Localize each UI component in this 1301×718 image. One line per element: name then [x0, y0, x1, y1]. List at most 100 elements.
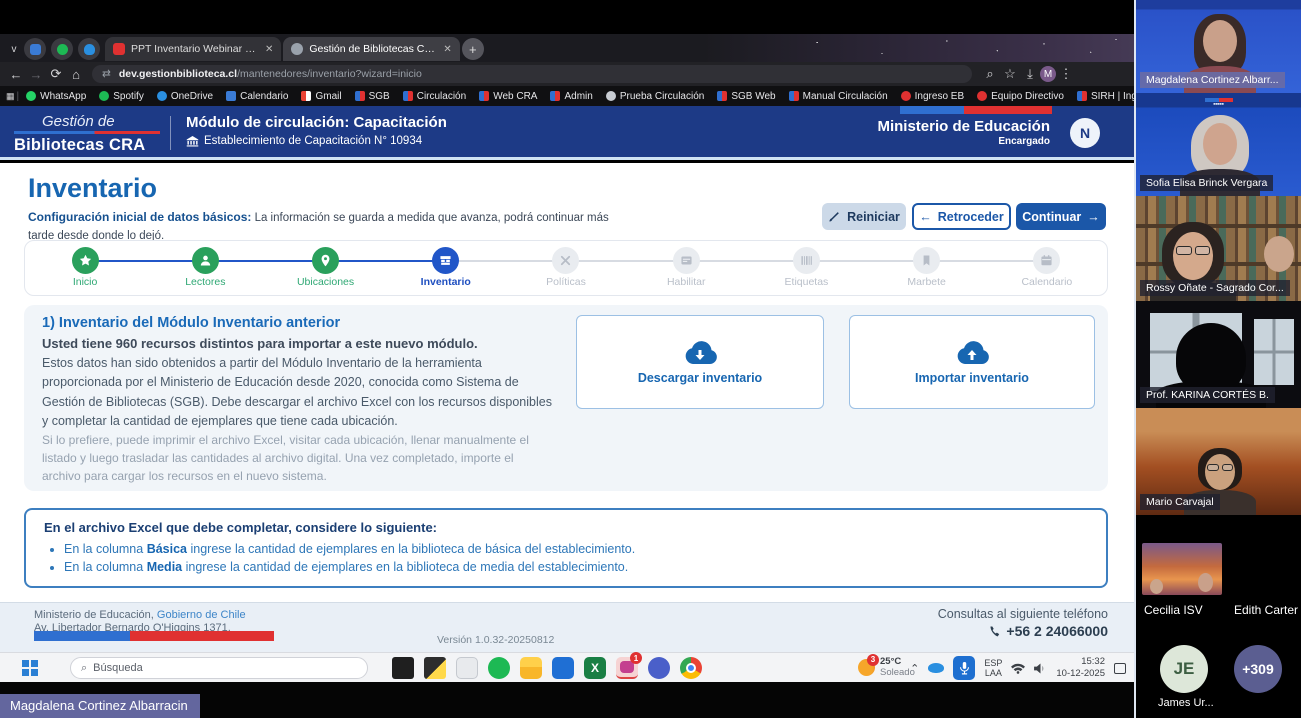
contact-phone[interactable]: +56 2 24066000: [1006, 623, 1108, 639]
bookmark-prueba-circulacion[interactable]: Prueba Circulación: [605, 91, 704, 102]
overflow-count-bubble[interactable]: +309: [1234, 645, 1282, 693]
taskbar-app-notepad[interactable]: [392, 657, 414, 679]
app-logo[interactable]: Gestión de Bibliotecas CRA: [14, 113, 160, 155]
step-etiquetas[interactable]: Etiquetas: [746, 241, 866, 295]
onedrive-tray-icon[interactable]: [928, 663, 945, 673]
tab-search-chevron-icon[interactable]: v: [4, 44, 24, 55]
gobierno-de-chile-link[interactable]: Gobierno de Chile: [157, 609, 246, 621]
barcode-icon: [792, 247, 820, 274]
participant-tile-magdalena[interactable]: Magdalena Cortinez Albarr...: [1136, 0, 1301, 93]
participant-tile-karina[interactable]: Prof. KARINA CORTÉS B.: [1136, 301, 1301, 408]
step-inventario[interactable]: Inventario: [386, 241, 506, 295]
download-inventory-button[interactable]: Descargar inventario: [576, 315, 824, 409]
participant-name-tag: Sofia Elisa Brinck Vergara: [1140, 175, 1274, 191]
bookmark-whatsapp[interactable]: WhatsApp: [26, 91, 86, 102]
cloud-download-icon: [685, 340, 717, 364]
import-inventory-button[interactable]: Importar inventario: [849, 315, 1095, 409]
step-habilitar[interactable]: Habilitar: [626, 241, 746, 295]
participant-tile-sofia[interactable]: ■■■■■ Sofia Elisa Brinck Vergara: [1136, 93, 1301, 196]
gmail-icon: [301, 91, 312, 101]
participant-avatar-james[interactable]: JE: [1160, 645, 1208, 693]
reset-button[interactable]: Reiniciar: [822, 203, 906, 230]
participant-tile-mario[interactable]: Mario Carvajal: [1136, 408, 1301, 515]
microphone-button[interactable]: [953, 656, 976, 680]
tab-ppt-inventario[interactable]: PPT Inventario Webinar 10-12... ✕: [105, 37, 282, 61]
bookmark-spotify[interactable]: Spotify: [99, 91, 144, 102]
brush-icon: [829, 212, 839, 222]
taskbar-app-outlook[interactable]: [552, 657, 574, 679]
home-icon[interactable]: ⌂: [66, 67, 86, 82]
reload-icon[interactable]: ⟳: [46, 66, 66, 82]
person-icon: [191, 247, 219, 274]
taskbar-app-excel[interactable]: X: [584, 657, 606, 679]
taskbar-app-teams[interactable]: [648, 657, 670, 679]
footer-contact: Consultas al siguiente teléfono +56 2 24…: [937, 607, 1108, 639]
pdf-favicon: [113, 43, 125, 55]
menu-kebab-icon[interactable]: ⋮: [1056, 66, 1076, 82]
tray-chevron-icon[interactable]: ⌃: [910, 662, 919, 675]
participant-name-tag: Rossy Oñate - Sagrado Cor...: [1140, 280, 1290, 296]
step-lectores[interactable]: Lectores: [145, 241, 265, 295]
bookmark-sgb[interactable]: SGB: [354, 91, 390, 102]
notification-center-icon[interactable]: [1114, 662, 1126, 674]
bookmark-manual-circulacion[interactable]: Manual Circulación: [788, 91, 888, 102]
bookmark-web-cra[interactable]: Web CRA: [479, 91, 537, 102]
participant-name-edith[interactable]: Edith Carter: [1234, 603, 1298, 617]
wifi-icon[interactable]: [1011, 663, 1026, 674]
new-tab-button[interactable]: +: [461, 38, 484, 60]
taskbar-clock[interactable]: 15:32 10-12-2025: [1056, 656, 1105, 680]
language-indicator[interactable]: ESP LAA: [984, 658, 1002, 679]
forward-icon[interactable]: →: [26, 67, 46, 82]
taskbar-app-file-explorer[interactable]: [520, 657, 542, 679]
taskbar-app-calculator[interactable]: [456, 657, 478, 679]
participant-video-cecilia[interactable]: [1142, 543, 1222, 595]
bookmark-ingreso-eb[interactable]: Ingreso EB: [900, 91, 964, 102]
bookmark-sgb-web[interactable]: SGB Web: [717, 91, 776, 102]
card-icon: [672, 247, 700, 274]
participant-tile-rossy[interactable]: Rossy Oñate - Sagrado Cor...: [1136, 196, 1301, 301]
address-bar[interactable]: ⇄ dev.gestionbiblioteca.cl /mantenedores…: [92, 65, 972, 83]
site-info-icon[interactable]: ⇄: [102, 68, 111, 80]
continue-button[interactable]: Continuar →: [1016, 203, 1106, 230]
app-version: Versión 1.0.32-20250812: [437, 634, 555, 646]
back-step-button[interactable]: ← Retroceder: [912, 203, 1011, 230]
taskbar-app-spotify[interactable]: [488, 657, 510, 679]
section-note: Si lo prefiere, puede imprimir el archiv…: [42, 433, 529, 483]
globe-favicon: [291, 43, 304, 55]
tab-close-icon[interactable]: ✕: [265, 44, 273, 55]
tab-close-icon[interactable]: ✕: [443, 44, 451, 55]
start-button[interactable]: [22, 660, 38, 676]
user-avatar[interactable]: N: [1070, 118, 1100, 148]
back-icon[interactable]: ←: [6, 67, 26, 82]
participant-name-cecilia[interactable]: Cecilia ISV: [1144, 603, 1203, 617]
bookmark-circulacion[interactable]: Circulación: [402, 91, 466, 102]
taskbar-weather[interactable]: 3 25°C Soleado: [858, 653, 915, 678]
step-politicas[interactable]: Políticas: [506, 241, 626, 295]
speaker-icon[interactable]: [1034, 662, 1047, 674]
bookmark-star-icon[interactable]: ☆: [1000, 66, 1020, 82]
pinned-tab-1[interactable]: [24, 38, 46, 60]
step-inicio[interactable]: Inicio: [25, 241, 145, 295]
apps-grid-icon[interactable]: ▦: [6, 91, 15, 102]
pinned-tab-3[interactable]: [78, 38, 100, 60]
bookmark-equipo-directivo[interactable]: Equipo Directivo: [977, 91, 1064, 102]
tab-gestion-bibliotecas[interactable]: Gestión de Bibliotecas CRA - G... ✕: [283, 37, 460, 61]
taskbar-search[interactable]: ⌕ Búsqueda: [70, 657, 368, 679]
step-calendario[interactable]: Calendario: [987, 241, 1107, 295]
bookmark-calendario[interactable]: Calendario: [226, 91, 288, 102]
pinned-tab-2[interactable]: [51, 38, 73, 60]
section-heading: 1) Inventario del Módulo Inventario ante…: [42, 315, 341, 331]
taskbar-app-active-notification[interactable]: 1: [616, 652, 642, 679]
downloads-icon[interactable]: ⤓: [1020, 66, 1040, 82]
bookmark-admin[interactable]: Admin: [550, 91, 593, 102]
step-marbete[interactable]: Marbete: [867, 241, 987, 295]
building-icon: [186, 135, 199, 147]
taskbar-app-sticky-notes[interactable]: [424, 657, 446, 679]
zoom-page-icon[interactable]: ⌕: [980, 66, 1000, 82]
taskbar-app-chrome[interactable]: [680, 657, 702, 679]
mic-icon: [959, 661, 969, 674]
bookmark-gmail[interactable]: Gmail: [301, 91, 342, 102]
profile-avatar[interactable]: M: [1040, 66, 1056, 82]
step-ubicaciones[interactable]: Ubicaciones: [265, 241, 385, 295]
bookmark-onedrive[interactable]: OneDrive: [156, 91, 213, 102]
